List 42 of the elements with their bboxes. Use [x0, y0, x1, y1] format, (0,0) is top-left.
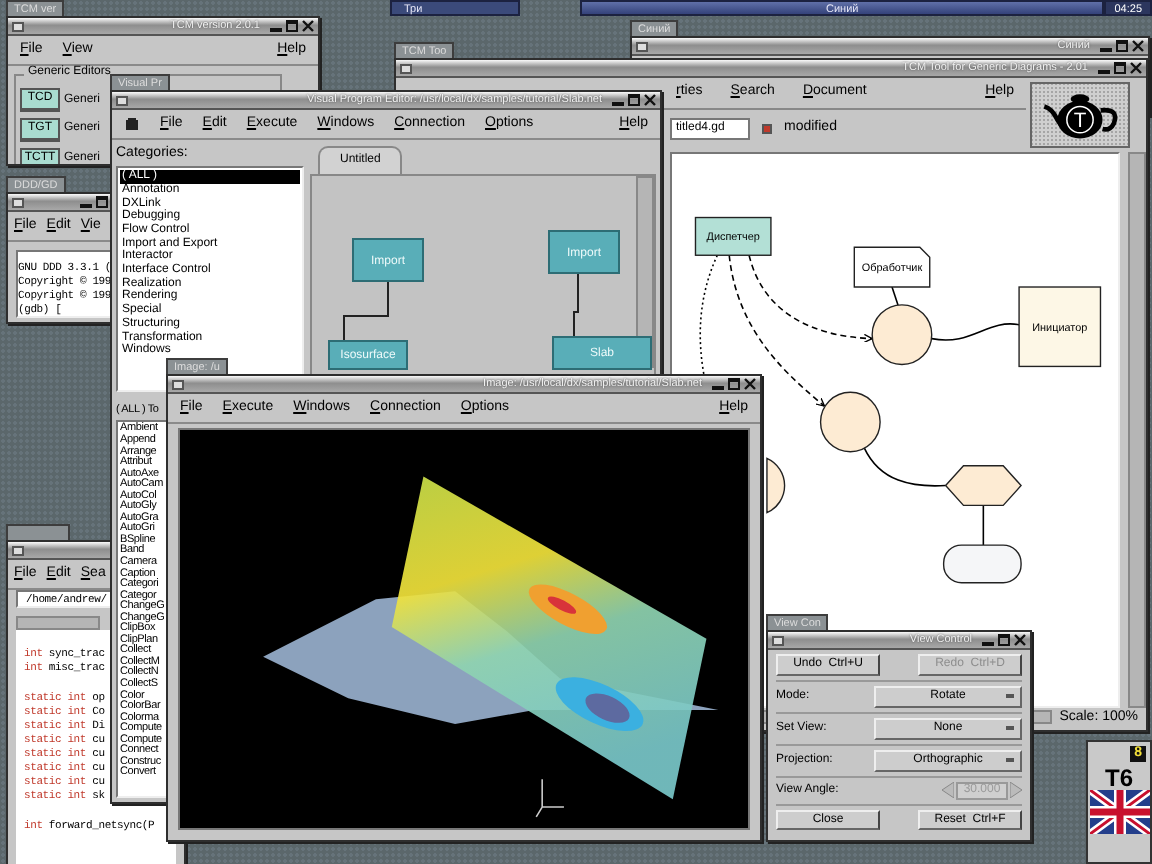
maximize-icon[interactable]	[998, 634, 1010, 646]
window-menu-button[interactable]	[12, 197, 24, 207]
maximize-icon[interactable]	[286, 20, 298, 32]
circle-node[interactable]	[871, 304, 933, 366]
teapot-logo: T	[1030, 82, 1130, 148]
close-icon[interactable]	[302, 20, 314, 32]
connector-line	[891, 286, 899, 306]
connector-line	[982, 504, 985, 546]
window-menu-button[interactable]	[172, 379, 184, 389]
connection-line	[573, 272, 579, 337]
maximize-icon[interactable]	[728, 378, 740, 390]
rectangle-node[interactable]	[1018, 286, 1102, 368]
window-menu-button[interactable]	[772, 635, 784, 645]
window-menu-button[interactable]	[400, 63, 412, 73]
close-icon[interactable]	[1014, 634, 1026, 646]
window-menu-button[interactable]	[636, 41, 648, 51]
window-tab[interactable]	[6, 524, 70, 540]
scrollbar[interactable]	[1128, 152, 1146, 708]
rounded-node[interactable]	[942, 544, 1022, 584]
logo-icon	[124, 116, 140, 133]
note-node[interactable]	[853, 246, 931, 288]
flag-icon	[1089, 790, 1149, 835]
hexagon-node[interactable]	[944, 465, 1022, 507]
checkbox[interactable]	[762, 124, 772, 134]
caret-icon	[1006, 694, 1014, 699]
close-icon[interactable]	[1130, 62, 1142, 74]
caret-icon	[1006, 726, 1014, 731]
maximize-icon[interactable]	[628, 94, 640, 106]
connector-line	[930, 323, 1020, 341]
window-menu-button[interactable]	[12, 545, 24, 555]
close-icon[interactable]	[1132, 40, 1144, 52]
window-menu-button[interactable]	[116, 95, 128, 105]
close-icon[interactable]	[744, 378, 756, 390]
scrollbar[interactable]	[16, 616, 100, 631]
connector-line	[863, 447, 947, 487]
rectangle-node[interactable]	[694, 216, 772, 256]
connection-line	[343, 280, 389, 341]
circle-node[interactable]	[819, 391, 881, 453]
close-icon[interactable]	[644, 94, 656, 106]
window-menu-button[interactable]	[12, 21, 24, 31]
keyboard-layout-label: T6	[1104, 766, 1133, 791]
caret-icon	[1006, 758, 1014, 763]
